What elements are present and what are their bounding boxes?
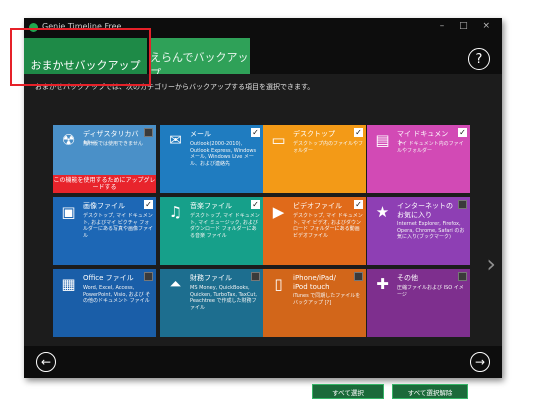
category-tile[interactable]: ▯ iPhone/iPad/ iPod touch iTunes で同期したファイル… (263, 269, 366, 337)
tile-title: インターネットのお気に入り (397, 202, 453, 219)
tile-checkbox[interactable]: ✓ (354, 200, 363, 209)
tile-title: デスクトップ (293, 130, 335, 138)
tile-title: iPhone/iPad/ iPod touch (293, 274, 336, 291)
tile-checkbox[interactable] (354, 272, 363, 281)
select-all-button[interactable]: すべて選択 (312, 384, 384, 399)
tile-checkbox[interactable]: ✓ (354, 128, 363, 137)
category-tile[interactable]: ▶ ビデオファイルデスクトップ, マイ ドキュメント, マイ ビデオ, およびダウ… (263, 197, 366, 265)
category-tile[interactable]: ♫ 音楽ファイルデスクトップ, マイ ドキュメント, マイ ミュージック, および… (160, 197, 263, 265)
tile-description: Word, Excel, Access, PowerPoint, Visio, … (83, 285, 151, 304)
tile-checkbox[interactable] (251, 272, 260, 281)
mail-icon: ✉ (169, 131, 182, 149)
category-tile[interactable]: ☢ ディザスタリカバリー 無料版では使用できません この機能を使用するためにアップグレ… (53, 125, 156, 193)
tile-description: デスクトップ, マイ ドキュメント, マイ ミュージック, およびダウンロード … (190, 213, 260, 239)
video-icon: ▶ (272, 203, 285, 221)
tile-description: Internet Explorer, Firefox, Opera, Chrom… (397, 221, 465, 240)
documents-icon: ▤ (375, 131, 390, 149)
tile-description: 圧縮ファイルおよび ISO イメージ (397, 285, 464, 298)
tile-checkbox[interactable] (144, 272, 153, 281)
tile-checkbox[interactable] (144, 128, 153, 137)
category-tile[interactable]: ★ インターネットのお気に入り Internet Explorer, Firefox… (367, 197, 470, 265)
category-tile[interactable]: ✉ メール Outlook(2000-2010), Outlook Express,… (160, 125, 263, 193)
desktop-icon: ▭ (271, 131, 286, 149)
upgrade-warning[interactable]: この機能を使用するためにアップグレードする (53, 175, 156, 193)
radiation-icon: ☢ (61, 131, 76, 149)
office-icon: ▦ (61, 275, 76, 293)
category-tile[interactable]: ▤ マイ ドキュメント マイ ドキュメント内のファイルやフォルダー ✓ (367, 125, 470, 193)
tile-title: 財務ファイル (190, 274, 232, 282)
window-controls[interactable]: – □ × (440, 21, 496, 31)
tile-title: 音楽ファイル (190, 202, 232, 210)
category-tile[interactable]: ▦ Office ファイル Word, Excel, Access, PowerPo… (53, 269, 156, 337)
tile-description: マイ ドキュメント内のファイルやフォルダー (397, 141, 464, 154)
tile-description: デスクトップ, マイ ドキュメント, およびマイ ピクチャ フォルダーにある写真… (83, 213, 154, 239)
finance-icon: ⏶ (169, 275, 182, 293)
deselect-all-button[interactable]: すべて選択解除 (392, 384, 468, 399)
tile-title: Office ファイル (83, 274, 134, 282)
bottom-bar: ← → (24, 346, 502, 378)
star-icon: ★ (375, 203, 390, 221)
category-tile[interactable]: ⏶ 財務ファイル MS Money, QuickBooks, Quicken, Tu… (160, 269, 263, 337)
tile-title: メール (190, 130, 211, 138)
tile-checkbox[interactable] (458, 272, 467, 281)
music-icon: ♫ (168, 203, 183, 221)
tile-description: MS Money, QuickBooks, Quicken, TurboTax,… (190, 285, 258, 311)
tile-description: Outlook(2000-2010), Outlook Express, Win… (190, 141, 257, 167)
tile-title: ビデオファイル (293, 202, 342, 210)
tile-description: デスクトップ内のファイルやフォルダー (293, 141, 364, 154)
tile-checkbox[interactable]: ✓ (144, 200, 153, 209)
tile-checkbox[interactable]: ✓ (251, 200, 260, 209)
main-panel: おまかせバックアップでは、次のカテゴリーからバックアップする項目を選択できます。… (24, 74, 502, 399)
next-page-arrow[interactable]: › (486, 250, 496, 278)
help-button[interactable]: ? (468, 48, 490, 70)
tile-title: その他 (397, 274, 418, 282)
highlight-frame (10, 28, 151, 86)
image-icon: ▣ (61, 203, 76, 221)
phone-icon: ▯ (274, 275, 283, 293)
tile-description: デスクトップ, マイ ドキュメント, マイ ビデオ, およびダウンロード フォル… (293, 213, 363, 239)
tile-checkbox[interactable]: ✓ (251, 128, 260, 137)
tile-checkbox[interactable] (458, 200, 467, 209)
tile-title: 画像ファイル (83, 202, 125, 210)
category-tile[interactable]: ▭ デスクトップデスクトップ内のファイルやフォルダー ✓ (263, 125, 366, 193)
tile-description: 無料版では使用できません (83, 141, 143, 147)
tile-description: iTunes で同期したファイルをバックアップ [?] (293, 293, 361, 306)
back-button[interactable]: ← (36, 352, 56, 372)
tile-checkbox[interactable]: ✓ (458, 128, 467, 137)
category-tile[interactable]: ✚ その他圧縮ファイルおよび ISO イメージ (367, 269, 470, 337)
forward-button[interactable]: → (470, 352, 490, 372)
plus-icon: ✚ (376, 275, 389, 293)
category-tile[interactable]: ▣ 画像ファイルデスクトップ, マイ ドキュメント, およびマイ ピクチャ フォル… (53, 197, 156, 265)
